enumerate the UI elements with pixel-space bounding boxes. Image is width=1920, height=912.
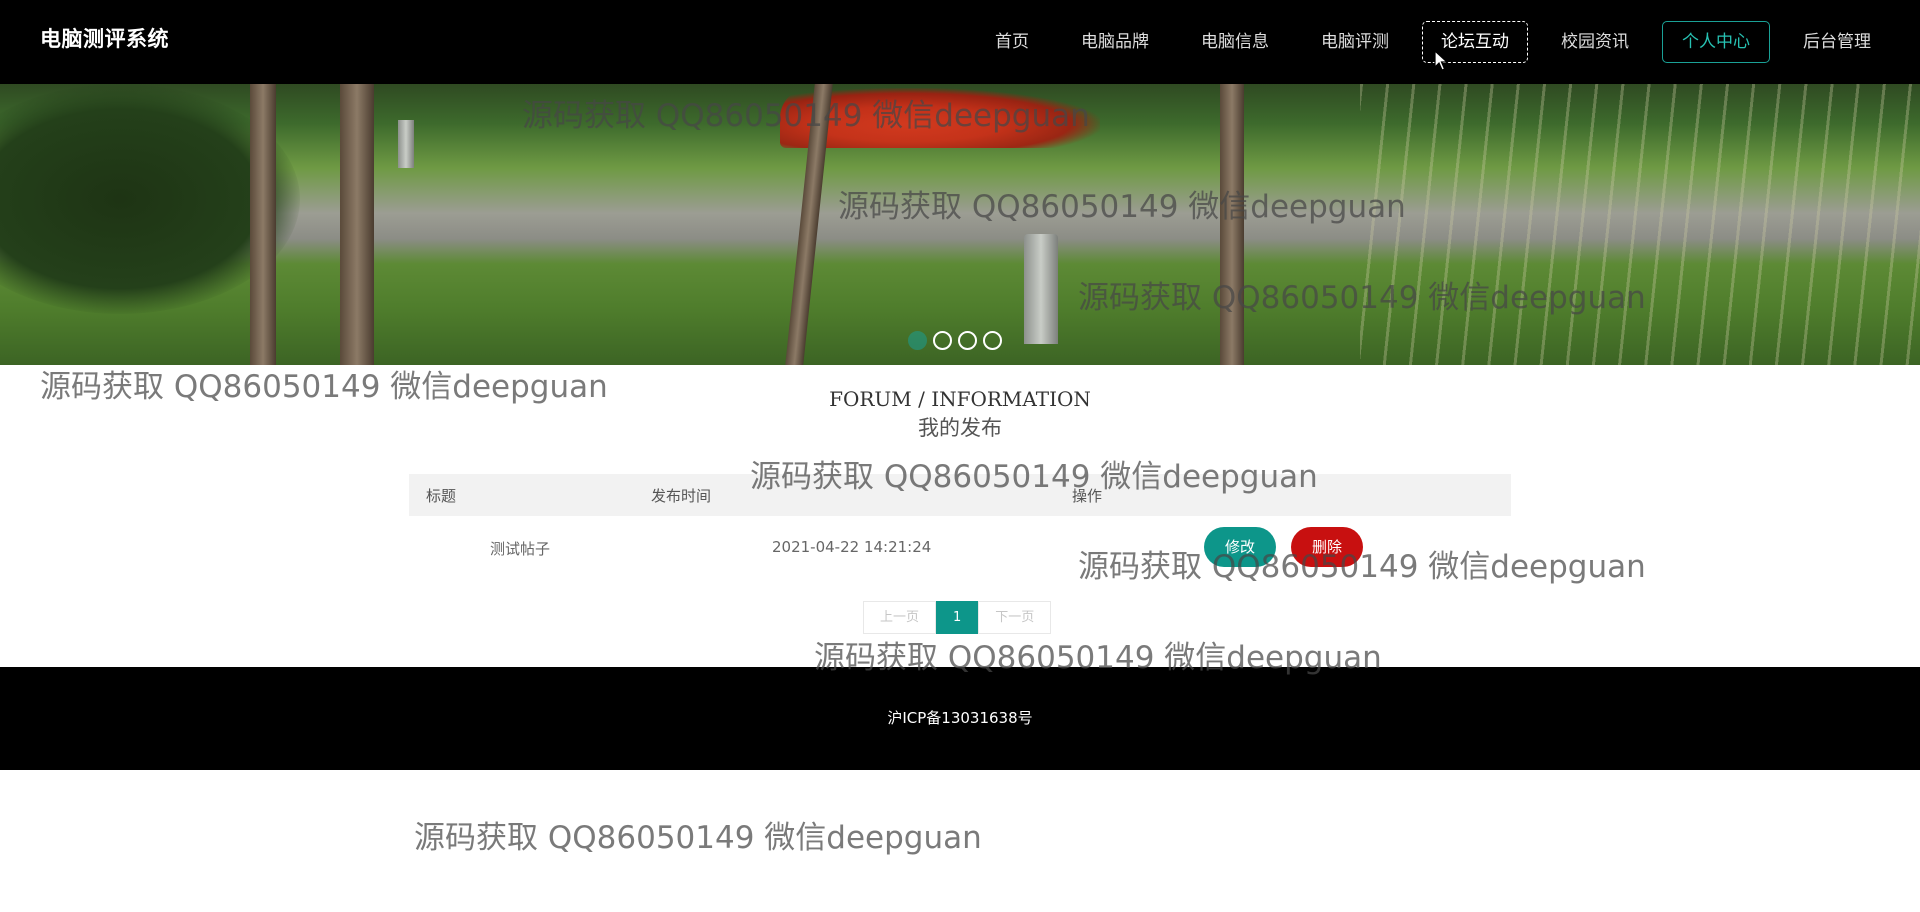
next-page-button[interactable]: 下一页 xyxy=(978,601,1052,634)
nav-item-home[interactable]: 首页 xyxy=(976,21,1048,63)
banner-tree-trunk xyxy=(250,84,276,365)
column-header-actions: 操作 xyxy=(1072,487,1103,505)
main-nav: 首页 电脑品牌 电脑信息 电脑评测 论坛互动 校园资讯 个人中心 后台管理 xyxy=(962,0,1890,84)
nav-item-admin[interactable]: 后台管理 xyxy=(1784,21,1890,63)
table-row: 测试帖子 2021-04-22 14:21:24 修改 删除 xyxy=(409,516,1511,576)
banner-carousel[interactable] xyxy=(0,84,1920,365)
pagination: 上一页 1 下一页 xyxy=(863,601,1052,634)
table-header: 标题 发布时间 操作 xyxy=(409,474,1511,516)
banner-tree-trunk xyxy=(1220,84,1244,365)
edit-button[interactable]: 修改 xyxy=(1204,527,1276,567)
site-brand[interactable]: 电脑测评系统 xyxy=(40,24,169,54)
carousel-dot-3[interactable] xyxy=(958,331,977,350)
carousel-dot-4[interactable] xyxy=(983,331,1002,350)
nav-item-brands[interactable]: 电脑品牌 xyxy=(1062,21,1168,63)
nav-item-computers[interactable]: 电脑信息 xyxy=(1182,21,1288,63)
mouse-cursor-icon xyxy=(1434,50,1449,71)
banner-lamp-post xyxy=(398,120,414,168)
carousel-indicators xyxy=(908,331,1002,350)
banner-tree-trunk xyxy=(340,84,374,365)
page-number-current[interactable]: 1 xyxy=(936,601,979,634)
nav-item-reviews[interactable]: 电脑评测 xyxy=(1302,21,1408,63)
top-navbar: 电脑测评系统 首页 电脑品牌 电脑信息 电脑评测 论坛互动 校园资讯 个人中心 … xyxy=(0,0,1920,84)
post-time: 2021-04-22 14:21:24 xyxy=(772,538,932,556)
prev-page-button[interactable]: 上一页 xyxy=(863,601,937,634)
watermark: 源码获取 QQ86050149 微信deepguan xyxy=(414,820,982,856)
column-header-title: 标题 xyxy=(426,487,457,505)
carousel-dot-2[interactable] xyxy=(933,331,952,350)
section-title-en: FORUM / INFORMATION xyxy=(829,387,1091,411)
column-header-time: 发布时间 xyxy=(651,487,712,505)
my-posts-table: 标题 发布时间 操作 测试帖子 2021-04-22 14:21:24 修改 删… xyxy=(409,474,1511,576)
carousel-dot-1[interactable] xyxy=(908,331,927,350)
delete-button[interactable]: 删除 xyxy=(1291,527,1363,567)
icp-license: 沪ICP备13031638号 xyxy=(887,709,1033,727)
section-title-cn: 我的发布 xyxy=(918,416,1002,440)
nav-item-personal-center[interactable]: 个人中心 xyxy=(1662,21,1770,63)
nav-item-campus-news[interactable]: 校园资讯 xyxy=(1542,21,1648,63)
banner-lamp-post xyxy=(1024,234,1058,344)
post-title: 测试帖子 xyxy=(490,540,551,558)
banner-bamboo xyxy=(1360,84,1920,365)
site-footer: 沪ICP备13031638号 xyxy=(0,667,1920,770)
